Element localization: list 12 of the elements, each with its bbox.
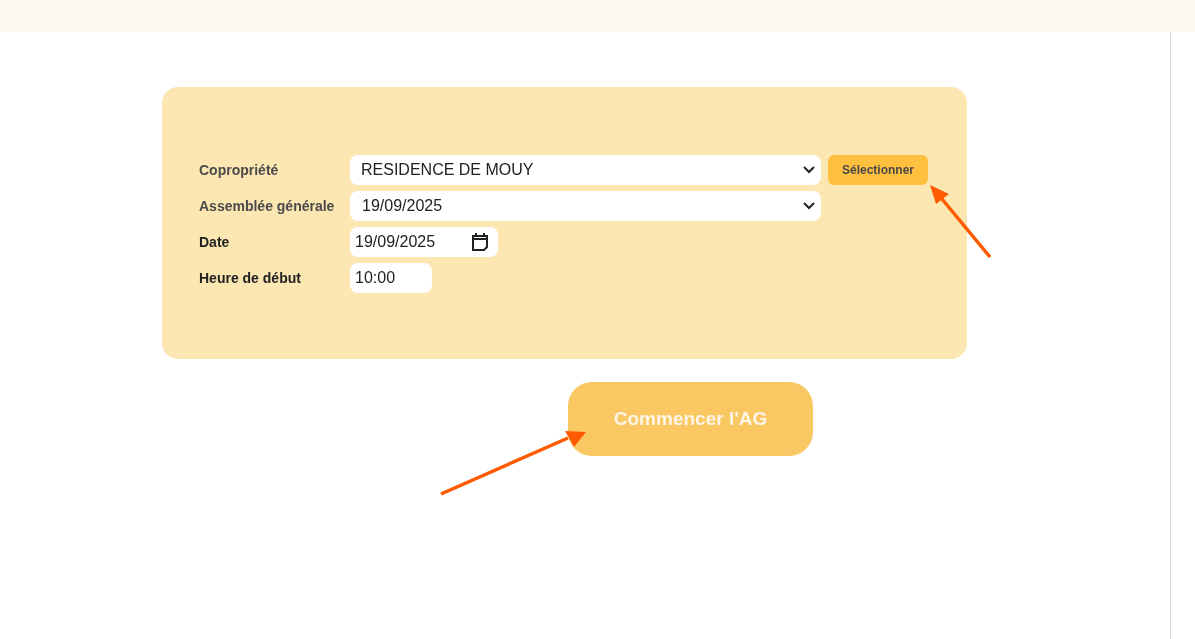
field-label: Copropriété [199, 162, 280, 178]
chevron-down-icon [803, 202, 815, 210]
field-label: Date [199, 234, 231, 250]
calendar-icon[interactable] [470, 232, 490, 252]
date-field[interactable]: 19/09/2025 [350, 227, 498, 257]
chevron-down-icon [803, 166, 815, 174]
field-label: Heure de début [199, 270, 302, 286]
field-label: Assemblée générale [199, 198, 336, 214]
select-field[interactable]: RESIDENCE DE MOUY [350, 155, 821, 185]
time-field[interactable]: 10:00 [350, 263, 432, 293]
select-field[interactable]: 19/09/2025 [350, 191, 821, 221]
select-button[interactable]: Sélectionner [828, 155, 928, 185]
